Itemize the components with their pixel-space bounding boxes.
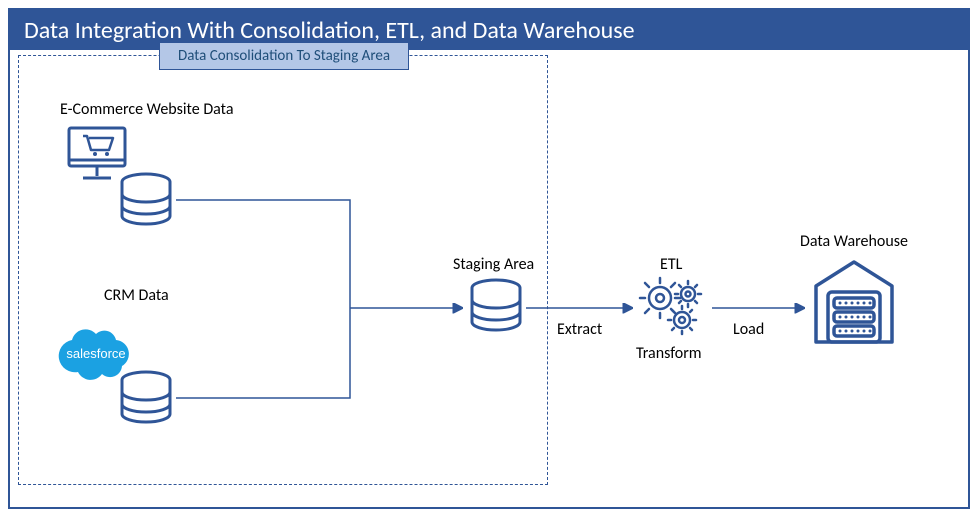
connectors [0, 0, 978, 517]
